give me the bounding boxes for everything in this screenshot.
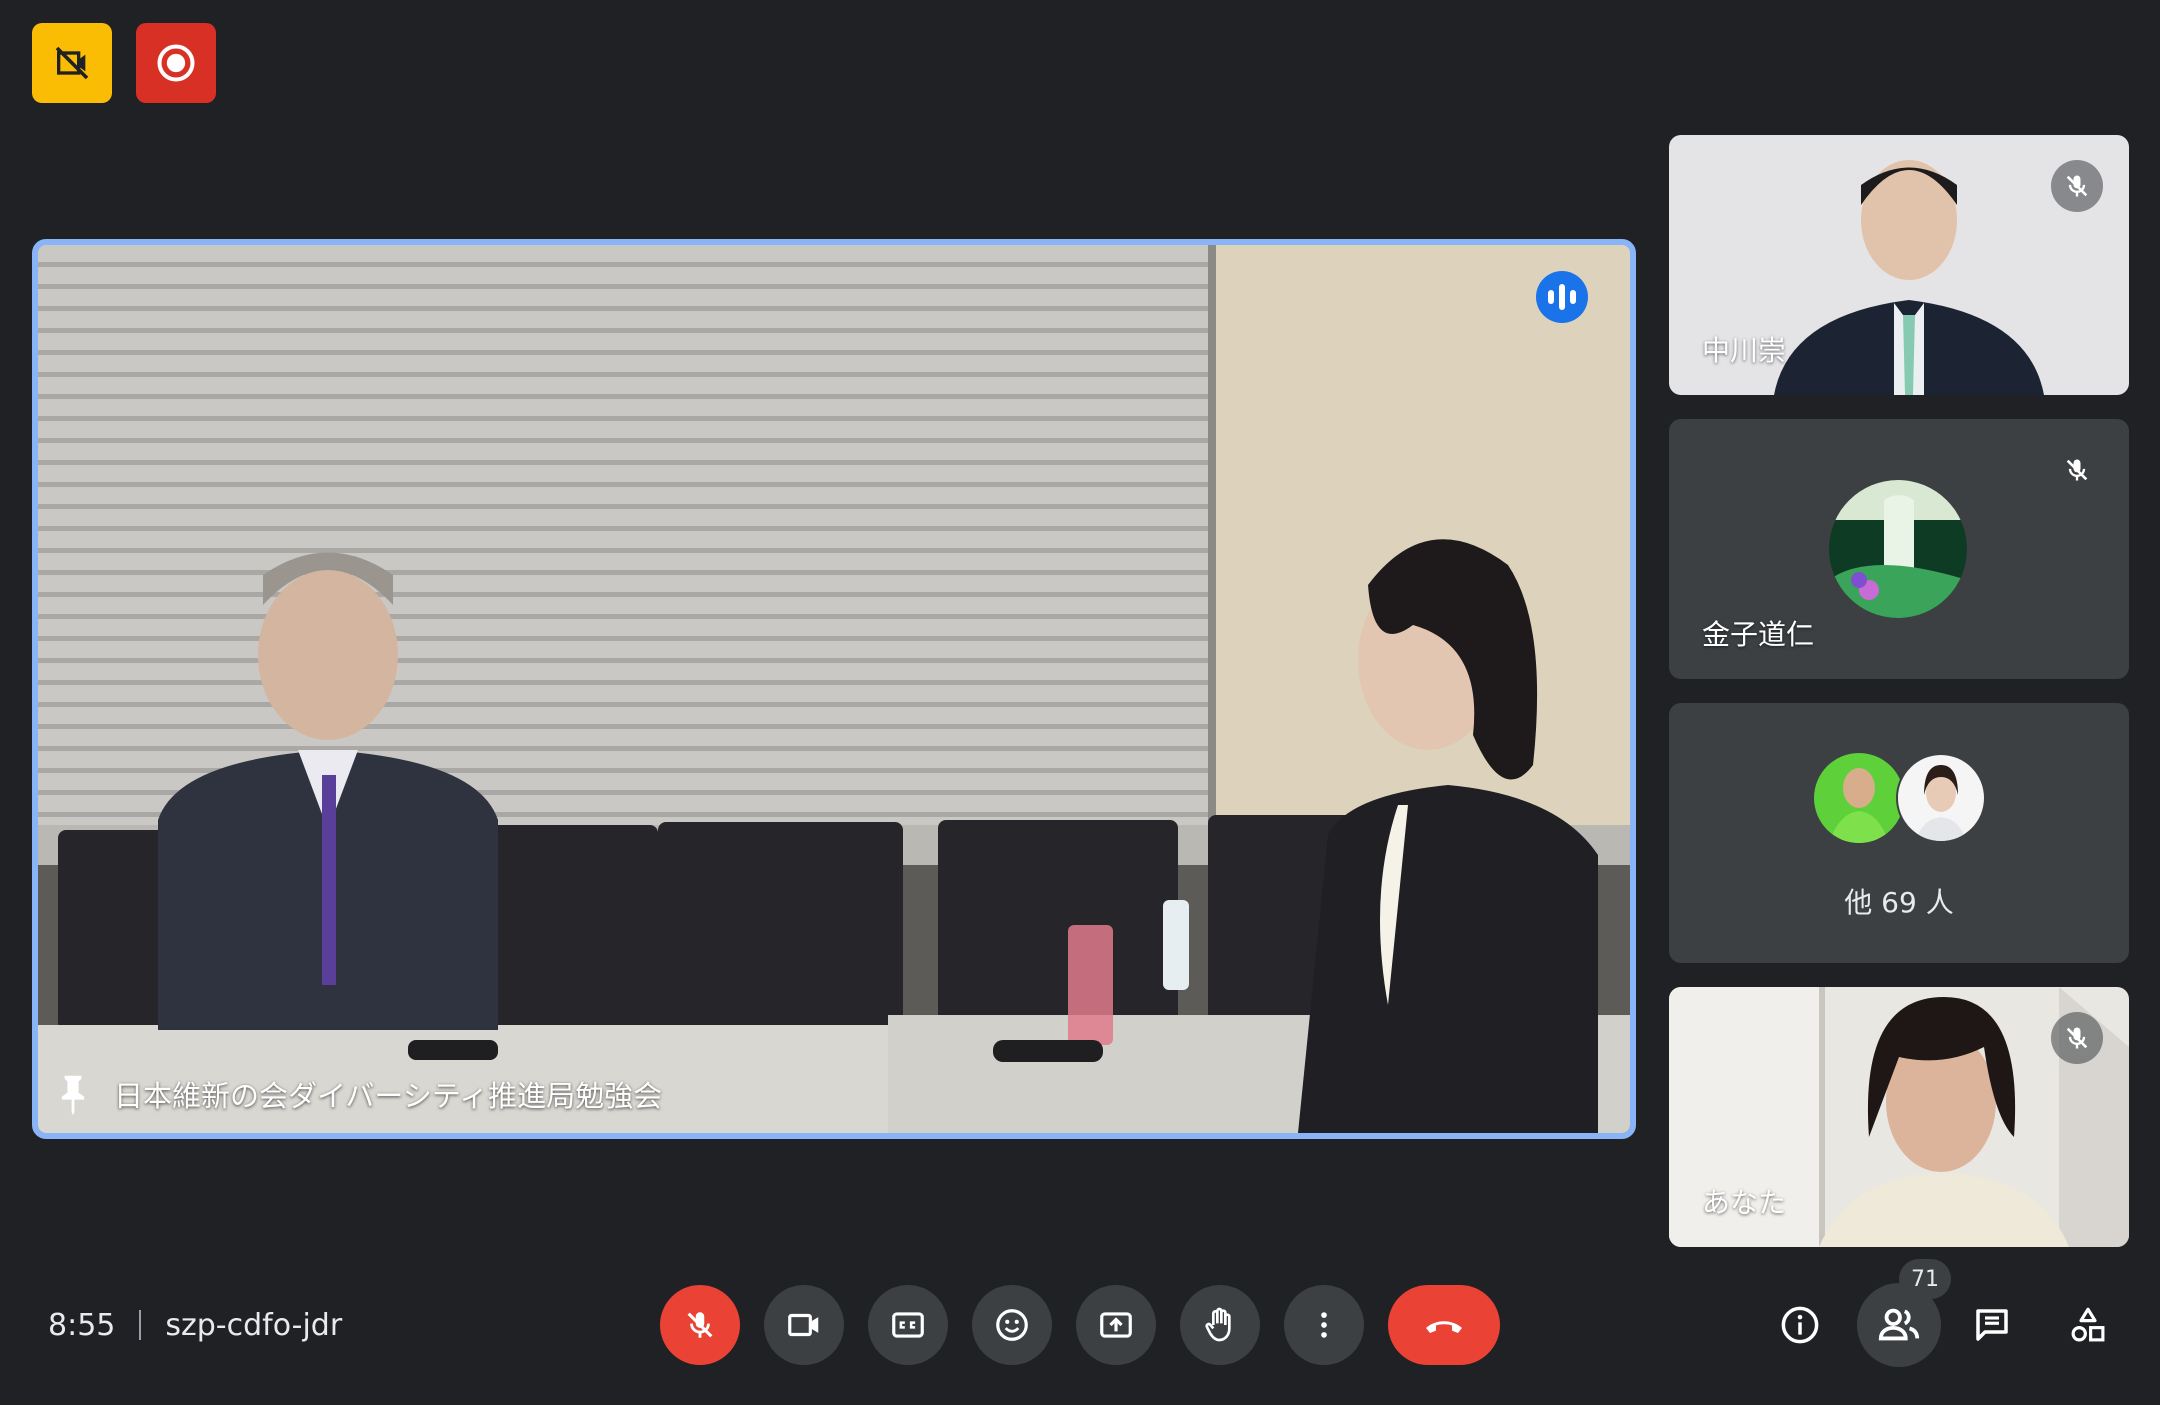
muted-indicator — [2051, 1012, 2103, 1064]
divider — [139, 1310, 142, 1340]
main-tile-name: 日本維新の会ダイバーシティ推進局勉強会 — [114, 1079, 663, 1113]
participant-tile[interactable]: 金子道仁 — [1669, 419, 2129, 679]
main-tile-label: 日本維新の会ダイバーシティ推進局勉強会 — [56, 1073, 662, 1115]
leave-call-button[interactable] — [1388, 1285, 1500, 1365]
closed-caption-icon — [892, 1312, 924, 1338]
more-participants-tile[interactable]: 他 69 人 — [1669, 703, 2129, 963]
self-view-tile[interactable]: あなた — [1669, 987, 2129, 1247]
more-vert-icon — [1321, 1312, 1327, 1338]
muted-indicator — [2051, 160, 2103, 212]
activities-icon — [2071, 1307, 2105, 1342]
raise-hand-button[interactable] — [1180, 1285, 1260, 1365]
chat-button[interactable] — [1952, 1285, 2032, 1365]
participant-name: 中川崇 — [1702, 334, 1787, 367]
participant-tile[interactable]: 中川崇 — [1669, 135, 2129, 395]
participant-count-badge: 71 — [1899, 1259, 1951, 1299]
reactions-button[interactable] — [972, 1285, 1052, 1365]
avatar-image — [1898, 755, 1984, 841]
recording-indicator — [136, 23, 216, 103]
pin-icon[interactable] — [56, 1073, 90, 1115]
muted-indicator — [2051, 444, 2103, 496]
main-video-tile[interactable]: 日本維新の会ダイバーシティ推進局勉強会 — [32, 239, 1636, 1139]
avatar — [1896, 753, 1986, 843]
activities-button[interactable] — [2048, 1285, 2128, 1365]
chat-icon — [1976, 1309, 2008, 1341]
camera-off-icon — [55, 46, 89, 80]
mic-off-icon — [2066, 1027, 2088, 1049]
meeting-details: 8:55 szp-cdfo-jdr — [48, 1305, 342, 1345]
present-screen-icon — [1100, 1312, 1132, 1338]
microphone-toggle-button[interactable] — [660, 1285, 740, 1365]
mic-off-icon — [2066, 175, 2088, 197]
people-icon — [1878, 1308, 1920, 1341]
camera-toggle-button[interactable] — [764, 1285, 844, 1365]
speaking-indicator-icon — [1536, 271, 1588, 323]
others-count-label: 他 69 人 — [1844, 886, 1954, 919]
call-end-icon — [1426, 1321, 1462, 1333]
present-now-button[interactable] — [1076, 1285, 1156, 1365]
emoji-icon — [996, 1309, 1028, 1341]
videocam-icon — [788, 1313, 819, 1337]
hand-icon — [1205, 1307, 1231, 1342]
meeting-time: 8:55 — [48, 1307, 116, 1343]
captions-button[interactable] — [868, 1285, 948, 1365]
main-video-feed — [38, 245, 1630, 1133]
avatar — [1814, 753, 1904, 843]
participant-name: 金子道仁 — [1702, 618, 1815, 651]
avatar — [1829, 480, 1967, 618]
recording-icon — [157, 44, 195, 82]
meeting-details-button[interactable] — [1760, 1285, 1840, 1365]
mic-off-icon — [2066, 459, 2088, 481]
info-icon — [1781, 1306, 1819, 1344]
avatar-image — [1814, 753, 1904, 843]
more-options-button[interactable] — [1284, 1285, 1364, 1365]
meeting-code: szp-cdfo-jdr — [165, 1307, 343, 1343]
participant-name: あなた — [1702, 1186, 1787, 1219]
avatar-image — [1829, 480, 1967, 618]
camera-off-indicator — [32, 23, 112, 103]
mic-off-icon — [687, 1312, 713, 1338]
